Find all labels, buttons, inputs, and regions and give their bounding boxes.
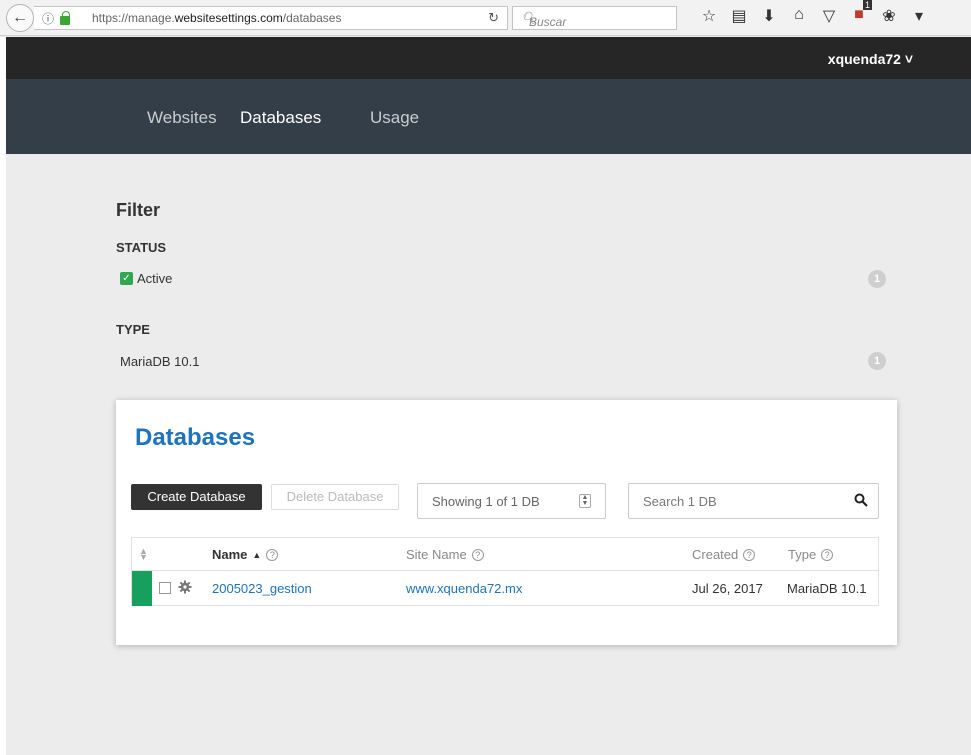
help-icon[interactable]: ? — [266, 548, 279, 561]
reload-icon[interactable]: ↻ — [488, 10, 499, 26]
browser-search-placeholder: 🔍︎ Buscar — [521, 11, 567, 29]
address-bar[interactable]: ⓘ https://manage.websitesettings.com/dat… — [34, 6, 508, 30]
spinner-arrows-icon[interactable]: ▲ ▼ — [579, 494, 591, 508]
help-icon[interactable]: ? — [743, 548, 756, 561]
help-icon[interactable]: ? — [821, 548, 834, 561]
status-filter-active[interactable]: ✓ Active — [120, 271, 172, 286]
ublock-icon[interactable]: ■ 1 — [844, 0, 874, 26]
column-site-name[interactable]: Site Name ? — [406, 547, 484, 562]
user-menu[interactable]: xquenda72 ˅ — [828, 51, 913, 67]
gear-icon[interactable] — [178, 580, 192, 594]
column-type-label: Type — [788, 547, 817, 562]
create-database-button[interactable]: Create Database — [131, 484, 262, 510]
column-name-label: Name — [212, 547, 248, 562]
row-checkbox[interactable] — [159, 582, 171, 594]
status-filter-label: STATUS — [116, 240, 167, 255]
back-arrow-icon[interactable]: ← — [6, 4, 34, 32]
type-filter-option[interactable]: MariaDB 10.1 — [120, 354, 199, 369]
help-icon[interactable]: ? — [471, 548, 484, 561]
column-created-label: Created — [692, 547, 739, 562]
database-search-input[interactable] — [630, 485, 845, 517]
panel-title: Databases — [135, 424, 256, 451]
checked-checkbox-icon[interactable]: ✓ — [120, 272, 133, 285]
database-type: MariaDB 10.1 — [787, 581, 867, 596]
page-size-value: Showing 1 of 1 DB — [432, 494, 540, 509]
pocket-icon[interactable]: ▽ — [814, 6, 844, 26]
info-icon[interactable]: ⓘ — [42, 10, 54, 27]
column-name[interactable]: Name ▲ ? — [212, 547, 279, 562]
download-icon[interactable]: ⬇ — [754, 6, 784, 26]
nav-databases[interactable]: Databases — [240, 108, 321, 128]
main-nav: Websites Databases Usage — [6, 79, 971, 154]
database-search[interactable] — [628, 483, 879, 519]
browser-search-input[interactable]: 🔍︎ Buscar — [512, 6, 677, 30]
column-created[interactable]: Created ? — [692, 547, 756, 562]
sort-ascending-icon: ▲ — [252, 549, 262, 560]
column-site-label: Site Name — [406, 547, 467, 562]
extension-icon[interactable]: ❀ — [874, 6, 904, 26]
bookmark-star-icon[interactable]: ☆ — [694, 6, 724, 26]
reading-list-icon[interactable]: ▤ — [724, 6, 754, 26]
home-icon[interactable]: ⌂ — [784, 6, 814, 26]
url-text[interactable]: https://manage.websitesettings.com/datab… — [92, 11, 341, 25]
table-row[interactable]: 2005023_gestion www.xquenda72.mx Jul 26,… — [132, 571, 878, 606]
created-date: Jul 26, 2017 — [692, 581, 763, 596]
status-count-badge: 1 — [868, 270, 886, 288]
column-type[interactable]: Type ? — [788, 547, 834, 562]
table-header: ▲ ▼ Name ▲ ? Site Name ? Created ? Type ? — [132, 538, 878, 571]
nav-websites[interactable]: Websites — [147, 108, 217, 128]
browser-toolbar-icons: ☆ ▤ ⬇ ⌂ ▽ ■ 1 ❀ ▾ — [694, 0, 934, 26]
filter-title: Filter — [116, 200, 161, 220]
lock-icon — [60, 11, 71, 25]
sort-toggle-icon[interactable]: ▲ ▼ — [139, 547, 148, 562]
status-option-label: Active — [137, 271, 173, 286]
account-bar: xquenda72 ˅ — [6, 37, 971, 79]
delete-database-button[interactable]: Delete Database — [271, 484, 399, 510]
status-indicator — [132, 571, 152, 606]
nav-usage[interactable]: Usage — [370, 108, 419, 128]
site-name-link[interactable]: www.xquenda72.mx — [406, 581, 522, 596]
type-filter-label: TYPE — [116, 322, 150, 337]
database-name-link[interactable]: 2005023_gestion — [212, 581, 312, 596]
type-count-badge: 1 — [868, 352, 886, 370]
site-info-icons[interactable]: ⓘ — [42, 10, 71, 27]
search-icon[interactable] — [854, 493, 868, 507]
databases-panel: Databases Create Database Delete Databas… — [116, 400, 897, 645]
menu-overflow-icon[interactable]: ▾ — [904, 6, 934, 26]
databases-table: ▲ ▼ Name ▲ ? Site Name ? Created ? Type ? — [131, 537, 879, 606]
browser-toolbar: ← ⓘ https://manage.websitesettings.com/d… — [0, 0, 971, 36]
page-size-select[interactable]: Showing 1 of 1 DB ▲ ▼ — [417, 483, 606, 519]
